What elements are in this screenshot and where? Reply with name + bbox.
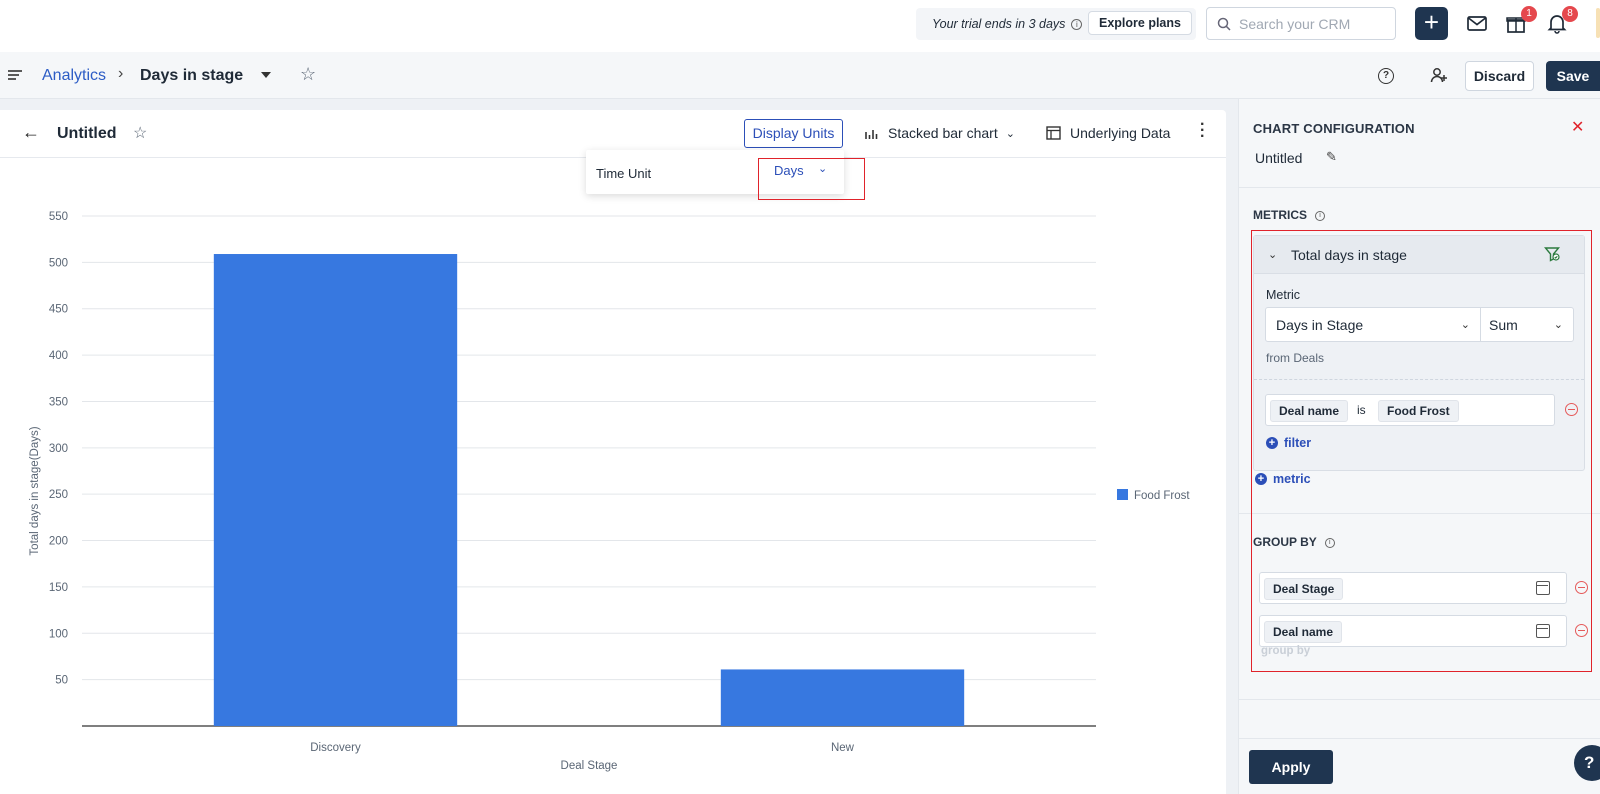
apply-bar: Apply (1239, 738, 1600, 794)
bar-chart-icon (865, 130, 878, 139)
star-icon[interactable]: ☆ (300, 64, 316, 85)
legend-label: Food Frost (1134, 490, 1190, 502)
breadcrumb-bar: Analytics › Days in stage ☆ ? Discard Sa… (0, 52, 1600, 99)
y-tick-label: 300 (49, 443, 68, 455)
time-unit-label: Time Unit (596, 166, 652, 181)
close-icon[interactable]: ✕ (1571, 117, 1584, 137)
divider (1239, 187, 1600, 188)
highlight-box (1251, 230, 1592, 672)
y-tick-label: 400 (49, 350, 68, 362)
more-options-icon[interactable]: · · · (1200, 117, 1206, 145)
legend-swatch (1117, 489, 1128, 500)
apply-button[interactable]: Apply (1249, 750, 1333, 784)
top-bar: Your trial ends in 3 days i Explore plan… (0, 0, 1600, 52)
y-tick-label: 450 (49, 304, 68, 316)
search-input[interactable] (1239, 15, 1389, 32)
edit-pencil-icon[interactable]: ✎ (1326, 149, 1337, 165)
metrics-heading-text: METRICS (1253, 208, 1307, 222)
metrics-heading: METRICS i (1253, 208, 1325, 222)
save-button[interactable]: Save (1546, 61, 1600, 91)
y-tick-label: 550 (49, 211, 68, 223)
explore-plans-button[interactable]: Explore plans (1088, 11, 1192, 35)
info-icon[interactable]: i (1315, 210, 1325, 221)
y-tick-label: 500 (49, 257, 68, 269)
y-axis-title: Total days in stage(Days) (29, 426, 41, 555)
caret-down-icon[interactable] (261, 72, 271, 78)
display-units-button[interactable]: Display Units (744, 119, 843, 148)
page-title: Days in stage (140, 67, 244, 84)
bar-new (720, 669, 965, 726)
x-tick-label: Discovery (310, 742, 361, 754)
notification-badge: 8 (1562, 6, 1578, 22)
menu-icon[interactable] (8, 69, 22, 81)
back-arrow-icon[interactable]: ← (22, 122, 40, 143)
y-tick-label: 150 (49, 582, 68, 594)
search-box[interactable] (1206, 7, 1396, 40)
config-chart-name: Untitled (1255, 150, 1303, 166)
search-icon (1217, 17, 1231, 31)
avatar-edge[interactable] (1596, 8, 1600, 38)
highlight-box (758, 158, 865, 200)
info-icon[interactable]: i (1071, 18, 1083, 30)
divider (1239, 699, 1600, 700)
chevron-down-icon: ⌄ (1005, 127, 1015, 140)
create-new-button[interactable]: + (1415, 7, 1448, 40)
y-tick-label: 100 (49, 628, 68, 640)
y-tick-label: 350 (49, 396, 68, 408)
chart-title: Untitled (57, 125, 117, 142)
gift-icon[interactable]: 1 (1505, 6, 1537, 36)
share-user-icon[interactable] (1430, 66, 1448, 84)
breadcrumb-analytics-link[interactable]: Analytics (42, 67, 106, 85)
y-tick-label: 250 (49, 489, 68, 501)
chart-type-label: Stacked bar chart (888, 125, 998, 141)
chart-type-dropdown[interactable]: Stacked bar chart ⌄ (864, 125, 1015, 141)
x-tick-label: New (831, 742, 855, 754)
discard-button[interactable]: Discard (1465, 61, 1534, 91)
help-icon[interactable]: ? (1378, 68, 1394, 84)
x-axis-title: Deal Stage (561, 760, 618, 772)
bar-discovery (213, 254, 458, 726)
y-tick-label: 50 (55, 675, 68, 687)
chart-area: 50 100 150 200 250 300 350 400 450 500 550 Discover… (0, 160, 1226, 794)
y-tick-label: 200 (49, 536, 68, 548)
underlying-data-button[interactable]: Underlying Data (1046, 125, 1170, 141)
config-title: CHART CONFIGURATION (1253, 121, 1415, 136)
star-icon[interactable]: ☆ (133, 123, 147, 143)
underlying-data-label: Underlying Data (1070, 125, 1171, 141)
mail-icon[interactable] (1466, 12, 1490, 36)
trial-text: Your trial ends in 3 days (932, 17, 1066, 31)
table-icon (1046, 126, 1061, 140)
chevron-right-icon: › (118, 65, 124, 82)
bell-icon[interactable]: 8 (1546, 6, 1578, 36)
gift-badge: 1 (1521, 6, 1537, 22)
bar-chart: 50 100 150 200 250 300 350 400 450 500 550 Discover… (29, 211, 1190, 772)
